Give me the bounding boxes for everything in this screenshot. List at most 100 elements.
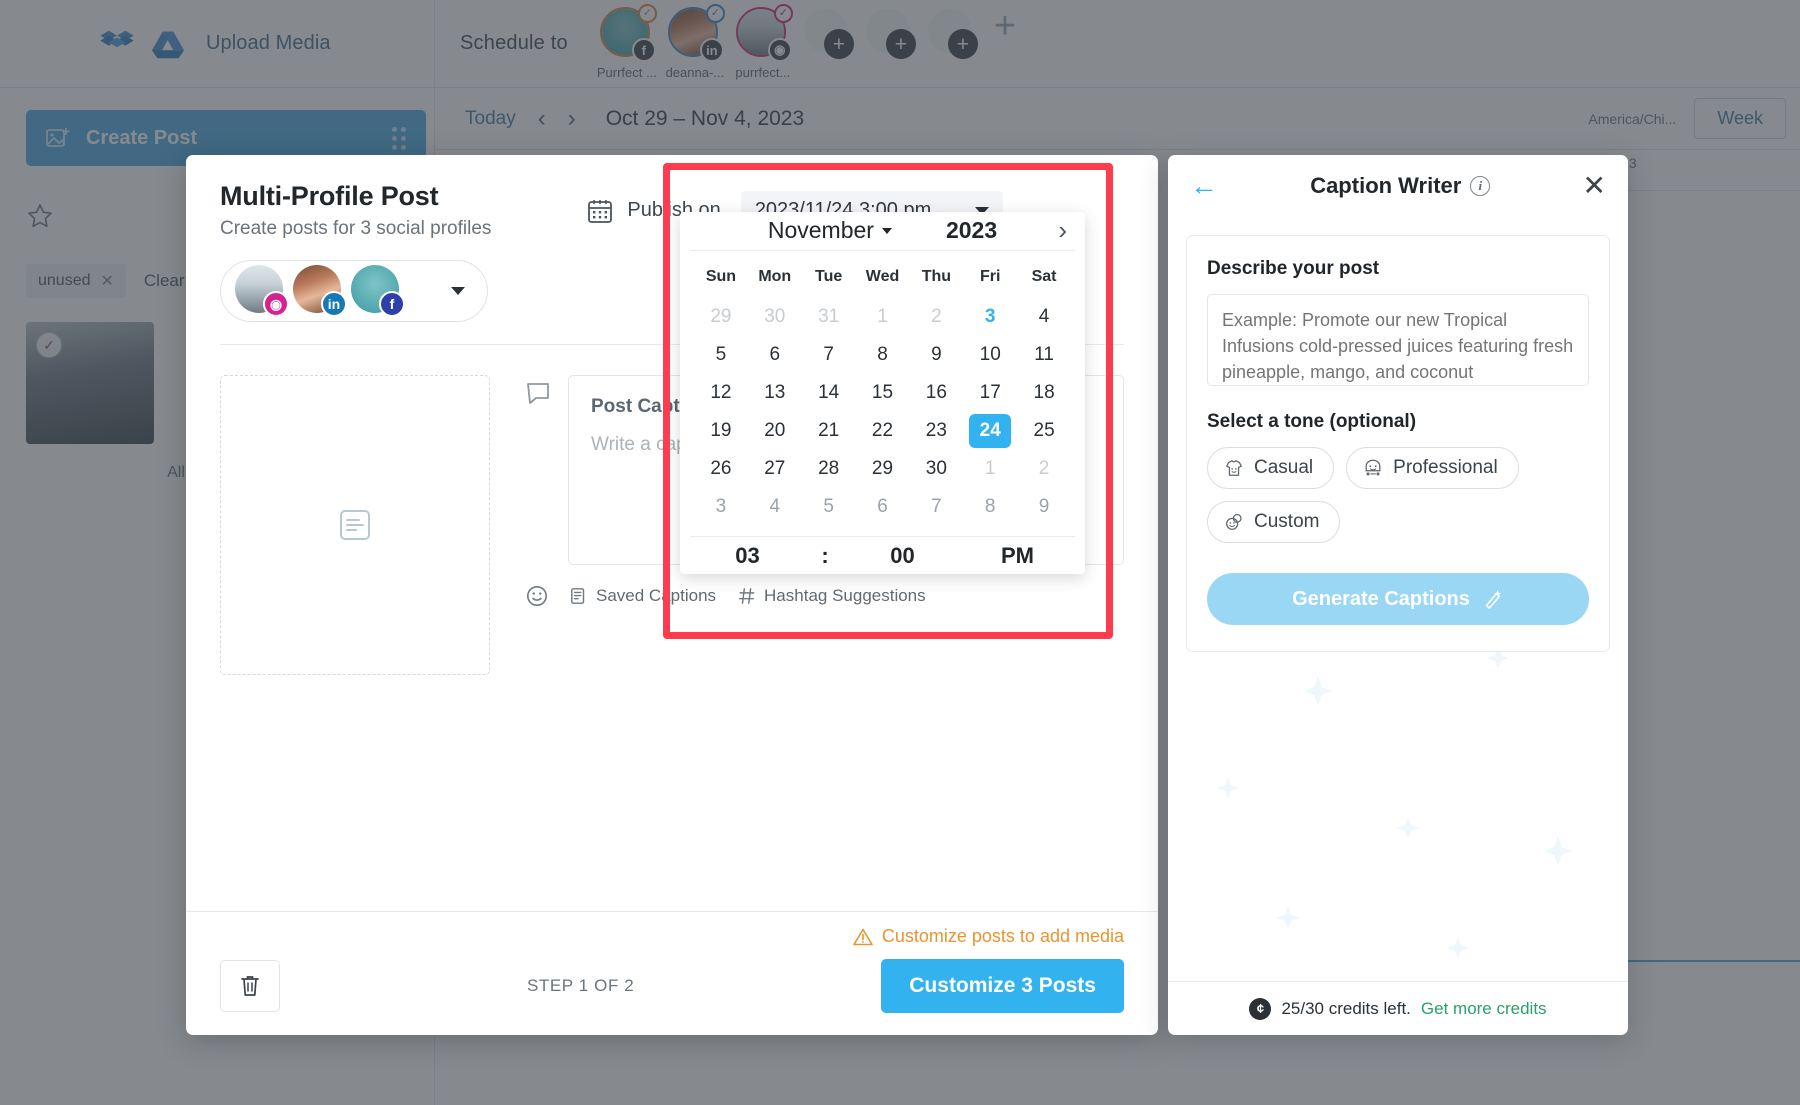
date-cell[interactable]: 30 bbox=[909, 450, 963, 488]
date-cell[interactable]: 25 bbox=[1017, 412, 1071, 450]
next-month-icon[interactable]: › bbox=[1058, 215, 1067, 246]
credits-text: 25/30 credits left. bbox=[1281, 998, 1411, 1018]
warning-icon bbox=[853, 928, 873, 946]
tone-chip-professional[interactable]: Professional bbox=[1346, 447, 1519, 489]
caption-section-icon bbox=[526, 375, 550, 565]
time-picker: 03 : 00 PM bbox=[690, 536, 1075, 574]
delete-draft-button[interactable] bbox=[220, 960, 280, 1012]
generate-captions-button[interactable]: Generate Captions bbox=[1207, 573, 1589, 625]
date-cell[interactable]: 8 bbox=[963, 488, 1017, 526]
caption-tools: Saved Captions Hashtag Suggestions bbox=[526, 585, 1124, 607]
date-cell[interactable]: 1 bbox=[856, 298, 910, 336]
date-cell[interactable]: 4 bbox=[748, 488, 802, 526]
date-cell[interactable]: 23 bbox=[909, 412, 963, 450]
date-cell[interactable]: 6 bbox=[748, 336, 802, 374]
meridiem-value[interactable]: PM bbox=[960, 543, 1075, 569]
arrow-left-icon[interactable]: ← bbox=[1190, 172, 1218, 200]
date-cell[interactable]: 21 bbox=[802, 412, 856, 450]
get-more-credits-link[interactable]: Get more credits bbox=[1421, 999, 1547, 1019]
info-icon[interactable]: i bbox=[1470, 176, 1491, 196]
date-cell[interactable]: 3 bbox=[694, 488, 748, 526]
date-cell[interactable]: 29 bbox=[856, 450, 910, 488]
date-cell[interactable]: 14 bbox=[802, 374, 856, 412]
caption-writer-body: Describe your post Select a tone (option… bbox=[1168, 217, 1628, 981]
year-label[interactable]: 2023 bbox=[946, 217, 997, 244]
coin-icon: ¢ bbox=[1249, 997, 1272, 1020]
date-cell[interactable]: 11 bbox=[1017, 336, 1071, 374]
calendar-icon bbox=[587, 198, 613, 224]
modal-footer: Customize posts to add media STEP 1 OF 2… bbox=[186, 911, 1158, 1035]
date-cell[interactable]: 6 bbox=[856, 488, 910, 526]
date-cell[interactable]: 19 bbox=[694, 412, 748, 450]
selected-profiles-pill[interactable]: ◉ in f bbox=[220, 260, 488, 322]
tone-chip-label: Custom bbox=[1254, 511, 1320, 532]
date-cell[interactable]: 7 bbox=[802, 336, 856, 374]
date-cell-label: 24 bbox=[969, 414, 1012, 449]
date-cell[interactable]: 15 bbox=[856, 374, 910, 412]
hashtag-icon bbox=[739, 588, 755, 604]
tone-chip-label: Professional bbox=[1393, 457, 1498, 478]
caption-writer-panel: ← Caption Writer i ✕ Describe your post … bbox=[1168, 155, 1628, 1035]
date-cell[interactable]: 5 bbox=[694, 336, 748, 374]
hour-value[interactable]: 03 bbox=[690, 543, 805, 569]
date-cell[interactable]: 29 bbox=[694, 298, 748, 336]
minute-value[interactable]: 00 bbox=[845, 543, 960, 569]
weekday-label: Tue bbox=[815, 268, 843, 286]
date-cell[interactable]: 28 bbox=[802, 450, 856, 488]
date-cell[interactable]: 13 bbox=[748, 374, 802, 412]
date-cell[interactable]: 26 bbox=[694, 450, 748, 488]
close-icon[interactable]: ✕ bbox=[1583, 172, 1606, 200]
date-cell[interactable]: 12 bbox=[694, 374, 748, 412]
credits-footer: ¢ 25/30 credits left. Get more credits bbox=[1168, 981, 1628, 1035]
date-cell[interactable]: 5 bbox=[802, 488, 856, 526]
date-cell[interactable]: 18 bbox=[1017, 374, 1071, 412]
date-cell[interactable]: 27 bbox=[748, 450, 802, 488]
date-cell[interactable]: 20 bbox=[748, 412, 802, 450]
media-dropzone[interactable] bbox=[220, 375, 490, 675]
date-cell[interactable]: 16 bbox=[909, 374, 963, 412]
month-selector[interactable]: November bbox=[768, 217, 892, 244]
date-week-row: 26 27 28 29 30 1 2 bbox=[694, 450, 1071, 488]
date-cell[interactable]: 7 bbox=[909, 488, 963, 526]
date-cell-selected[interactable]: 24 bbox=[963, 412, 1017, 450]
date-cell[interactable]: 3 bbox=[963, 298, 1017, 336]
date-cell[interactable]: 10 bbox=[963, 336, 1017, 374]
time-separator: : bbox=[821, 542, 829, 568]
chevron-down-icon[interactable] bbox=[451, 287, 465, 295]
tie-face-icon bbox=[1365, 459, 1381, 476]
emoji-icon[interactable] bbox=[526, 585, 548, 607]
date-cell[interactable]: 22 bbox=[856, 412, 910, 450]
describe-post-input[interactable] bbox=[1207, 294, 1589, 386]
avatar-instagram: ◉ bbox=[235, 265, 289, 317]
customize-warning: Customize posts to add media bbox=[220, 926, 1124, 947]
date-cell[interactable]: 31 bbox=[802, 298, 856, 336]
hashtag-suggestions-button[interactable]: Hashtag Suggestions bbox=[738, 586, 926, 606]
date-cell[interactable]: 17 bbox=[963, 374, 1017, 412]
date-cell[interactable]: 30 bbox=[748, 298, 802, 336]
tone-chip-custom[interactable]: Custom bbox=[1207, 501, 1341, 543]
weekday-label: Sat bbox=[1031, 268, 1057, 286]
date-cell[interactable]: 8 bbox=[856, 336, 910, 374]
weekday-label: Fri bbox=[979, 268, 1001, 286]
date-cell[interactable]: 4 bbox=[1017, 298, 1071, 336]
facebook-icon: f bbox=[379, 291, 405, 317]
instagram-icon: ◉ bbox=[263, 291, 289, 317]
caption-writer-header: ← Caption Writer i ✕ bbox=[1168, 155, 1628, 217]
date-cell[interactable]: 1 bbox=[963, 450, 1017, 488]
date-picker-header: November 2023 › bbox=[680, 212, 1085, 250]
avatar-facebook: f bbox=[351, 265, 405, 317]
date-cell[interactable]: 2 bbox=[909, 298, 963, 336]
date-cell[interactable]: 9 bbox=[909, 336, 963, 374]
date-week-row: 5 6 7 8 9 10 11 bbox=[694, 336, 1071, 374]
customize-posts-button[interactable]: Customize 3 Posts bbox=[881, 959, 1124, 1013]
date-cell[interactable]: 2 bbox=[1017, 450, 1071, 488]
chevron-down-icon bbox=[881, 227, 892, 234]
date-cell[interactable]: 9 bbox=[1017, 488, 1071, 526]
saved-captions-icon bbox=[571, 588, 585, 604]
tone-chip-label: Casual bbox=[1254, 457, 1314, 478]
custom-face-icon bbox=[1226, 513, 1242, 530]
saved-captions-button[interactable]: Saved Captions bbox=[570, 586, 716, 606]
tone-chip-casual[interactable]: Casual bbox=[1207, 447, 1335, 489]
hashtag-suggestions-label: Hashtag Suggestions bbox=[764, 586, 926, 605]
trash-icon bbox=[241, 976, 259, 996]
